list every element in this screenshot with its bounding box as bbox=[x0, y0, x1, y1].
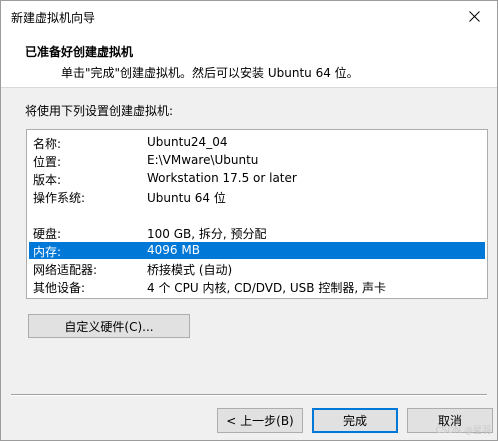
header-title: 已准备好创建虚拟机 bbox=[25, 45, 134, 59]
settings-row-location[interactable]: 位置: E:\VMware\Ubuntu bbox=[29, 152, 485, 169]
customize-hardware-button[interactable]: 自定义硬件(C)... bbox=[28, 314, 190, 338]
back-button[interactable]: < 上一步(B) bbox=[217, 408, 303, 433]
watermark: CSDN @星羽 bbox=[435, 426, 491, 436]
header-subtitle: 单击"完成"创建虚拟机。然后可以安装 Ubuntu 64 位。 bbox=[61, 66, 359, 80]
settings-row-os[interactable]: 操作系统: Ubuntu 64 位 bbox=[29, 188, 485, 205]
row-key: 操作系统: bbox=[33, 191, 86, 205]
settings-row-disk[interactable]: 硬盘: 100 GB, 拆分, 预分配 bbox=[29, 224, 485, 241]
close-button[interactable] bbox=[451, 1, 497, 31]
row-value: E:\VMware\Ubuntu bbox=[147, 153, 259, 167]
row-key: 版本: bbox=[33, 173, 62, 187]
row-value: 100 GB, 拆分, 预分配 bbox=[147, 227, 267, 241]
settings-row-network[interactable]: 网络适配器: 桥接模式 (自动) bbox=[29, 260, 485, 277]
finish-button[interactable]: 完成 bbox=[312, 408, 398, 433]
row-key: 硬盘: bbox=[33, 227, 62, 241]
row-key: 位置: bbox=[33, 155, 62, 169]
window-title: 新建虚拟机向导 bbox=[11, 11, 96, 25]
settings-row-memory[interactable]: 内存: 4096 MB bbox=[29, 242, 485, 259]
row-value: 4 个 CPU 内核, CD/DVD, USB 控制器, 声卡 bbox=[147, 281, 386, 295]
row-key: 其他设备: bbox=[33, 281, 86, 295]
settings-list[interactable]: 名称: Ubuntu24_04 位置: E:\VMware\Ubuntu 版本:… bbox=[26, 129, 488, 299]
close-icon bbox=[468, 10, 480, 22]
row-value: Workstation 17.5 or later bbox=[147, 171, 297, 185]
row-value: Ubuntu24_04 bbox=[147, 135, 228, 149]
row-key: 内存: bbox=[33, 245, 62, 259]
wizard-header: 已准备好创建虚拟机 单击"完成"创建虚拟机。然后可以安装 Ubuntu 64 位… bbox=[1, 31, 497, 88]
title-bar: 新建虚拟机向导 bbox=[1, 1, 497, 31]
footer-separator bbox=[11, 394, 487, 396]
wizard-window: 新建虚拟机向导 已准备好创建虚拟机 单击"完成"创建虚拟机。然后可以安装 Ubu… bbox=[0, 0, 498, 441]
settings-row-name[interactable]: 名称: Ubuntu24_04 bbox=[29, 134, 485, 151]
row-key: 网络适配器: bbox=[33, 263, 98, 277]
settings-row-version[interactable]: 版本: Workstation 17.5 or later bbox=[29, 170, 485, 187]
row-value: 4096 MB bbox=[147, 243, 200, 257]
row-value: Ubuntu 64 位 bbox=[147, 191, 226, 205]
settings-label: 将使用下列设置创建虚拟机: bbox=[25, 104, 174, 118]
row-key: 名称: bbox=[33, 137, 62, 151]
row-value: 桥接模式 (自动) bbox=[147, 263, 233, 277]
settings-row-other-devices[interactable]: 其他设备: 4 个 CPU 内核, CD/DVD, USB 控制器, 声卡 bbox=[29, 278, 485, 295]
